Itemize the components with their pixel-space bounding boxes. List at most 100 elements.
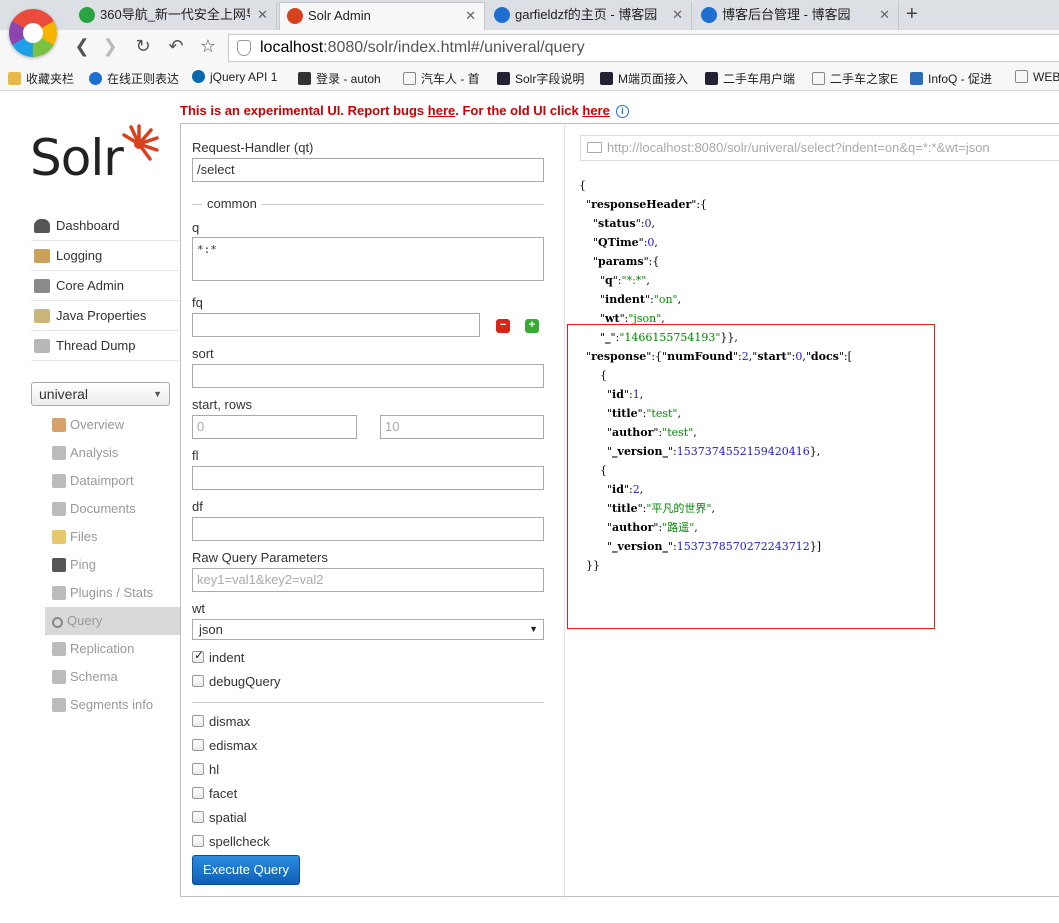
df-input[interactable]: [192, 517, 544, 541]
json-punct: ":: [612, 274, 622, 287]
start-input[interactable]: 0: [192, 415, 357, 439]
browser-logo-icon[interactable]: [9, 9, 57, 57]
core-menu-query[interactable]: Query: [45, 607, 180, 635]
bookmark-item[interactable]: jQuery API 1: [192, 70, 277, 84]
facet-checkbox[interactable]: facet: [192, 786, 237, 801]
remove-fq-button[interactable]: −: [496, 319, 510, 333]
json-punct: ": [579, 274, 606, 287]
json-key: params: [598, 255, 644, 268]
bookmark-label: 收藏夹栏: [26, 72, 75, 86]
fq-input[interactable]: [192, 313, 480, 337]
report-bugs-link[interactable]: here: [428, 103, 455, 118]
bookmark-item[interactable]: 二手车用户端: [705, 70, 795, 87]
execute-query-button[interactable]: Execute Query: [192, 855, 300, 885]
nav-dashboard[interactable]: Dashboard: [31, 211, 179, 241]
tab-close-icon[interactable]: ✕: [257, 2, 268, 28]
wt-select[interactable]: json ▼: [192, 619, 544, 640]
options-divider: [192, 702, 544, 703]
browser-tab-solr-admin[interactable]: Solr Admin ✕: [279, 2, 485, 30]
documents-icon: [52, 502, 66, 516]
address-text[interactable]: localhost:8080/solr/index.html#/univeral…: [260, 39, 585, 57]
core-menu-plugins-stats[interactable]: Plugins / Stats: [45, 579, 180, 607]
browser-tab-cnblogs-home[interactable]: garfieldzf的主页 - 博客园 ✕: [487, 2, 692, 30]
browser-tab-360[interactable]: 360导航_新一代安全上网导航 ✕: [72, 2, 277, 30]
nav-java-properties[interactable]: Java Properties: [31, 301, 179, 331]
bookmark-item[interactable]: 在线正则表达: [89, 70, 179, 87]
bookmark-label: 汽车人 - 首: [421, 72, 480, 86]
json-line: {: [579, 176, 852, 195]
core-menu-documents[interactable]: Documents: [45, 495, 180, 523]
browser-tab-cnblogs-admin[interactable]: 博客后台管理 - 博客园 ✕: [694, 2, 899, 30]
bookmark-item[interactable]: InfoQ - 促进: [910, 70, 992, 87]
json-punct: ": [579, 236, 599, 249]
core-selector[interactable]: univeral ▼: [31, 382, 170, 406]
spellcheck-checkbox[interactable]: spellcheck: [192, 834, 270, 849]
request-url-link[interactable]: http://localhost:8080/solr/univeral/sele…: [580, 135, 1059, 161]
nav-logging[interactable]: Logging: [31, 241, 179, 271]
nav-thread-dump[interactable]: Thread Dump: [31, 331, 179, 361]
core-menu-ping[interactable]: Ping: [45, 551, 180, 579]
tools-icon: [705, 72, 718, 85]
tab-close-icon[interactable]: ✕: [465, 3, 476, 29]
favorite-star-icon[interactable]: ☆: [197, 36, 219, 57]
tab-title: Solr Admin: [308, 8, 371, 23]
core-menu-replication[interactable]: Replication: [45, 635, 180, 663]
page-icon: [403, 72, 416, 85]
solr-logo[interactable]: Solr: [30, 119, 160, 189]
bookmark-label: Solr字段说明: [515, 72, 585, 86]
dismax-checkbox[interactable]: dismax: [192, 714, 250, 729]
nav-core-admin[interactable]: Core Admin: [31, 271, 179, 301]
bookmark-folder[interactable]: 收藏夹栏: [8, 70, 74, 87]
json-punct: ": [579, 198, 592, 211]
json-punct: ":: [635, 217, 645, 230]
address-bar[interactable]: localhost:8080/solr/index.html#/univeral…: [228, 34, 1059, 62]
bookmark-item[interactable]: Solr字段说明: [497, 70, 584, 87]
request-url-text: http://localhost:8080/solr/univeral/sele…: [607, 140, 990, 155]
dataimport-icon: [52, 474, 66, 488]
hl-checkbox[interactable]: hl: [192, 762, 219, 777]
json-number: 0: [644, 217, 652, 230]
fl-label: fl: [192, 448, 199, 463]
old-ui-link[interactable]: here: [582, 103, 609, 118]
tools-icon: [497, 72, 510, 85]
core-menu-analysis[interactable]: Analysis: [45, 439, 180, 467]
bookmark-label: 在线正则表达: [107, 72, 180, 86]
debug-query-checkbox[interactable]: debugQuery: [192, 674, 281, 689]
bookmark-item[interactable]: WEB: [1015, 70, 1059, 84]
core-menu-schema[interactable]: Schema: [45, 663, 180, 691]
back-icon[interactable]: ❮: [71, 36, 93, 57]
q-textarea[interactable]: *:*: [192, 237, 544, 281]
bookmark-item[interactable]: 登录 - autoh: [298, 70, 381, 87]
add-fq-button[interactable]: +: [525, 319, 539, 333]
reload-icon[interactable]: ↻: [132, 36, 154, 57]
bookmark-favicon-icon: [298, 72, 311, 85]
new-tab-button[interactable]: +: [906, 3, 918, 26]
indent-checkbox[interactable]: indent: [192, 648, 244, 665]
core-menu-overview[interactable]: Overview: [45, 411, 180, 439]
replication-icon: [52, 642, 66, 656]
forward-icon[interactable]: ❯: [99, 36, 121, 57]
core-menu-files[interactable]: Files: [45, 523, 180, 551]
spatial-checkbox[interactable]: spatial: [192, 810, 247, 825]
undo-close-icon[interactable]: ↶: [165, 36, 187, 57]
raw-params-input[interactable]: key1=val1&key2=val2: [192, 568, 544, 592]
qt-input[interactable]: /select: [192, 158, 544, 182]
bookmark-item[interactable]: 汽车人 - 首: [403, 70, 480, 87]
chevron-down-icon: ▼: [153, 389, 162, 399]
bookmark-item[interactable]: 二手车之家E: [812, 70, 898, 87]
edismax-checkbox[interactable]: edismax: [192, 738, 257, 753]
bookmark-item[interactable]: M端页面接入: [600, 70, 688, 87]
info-icon[interactable]: i: [615, 105, 629, 118]
rows-input[interactable]: 10: [380, 415, 544, 439]
q-label: q: [192, 220, 200, 235]
tab-close-icon[interactable]: ✕: [879, 2, 890, 28]
folder-icon: [8, 72, 21, 85]
core-menu-dataimport[interactable]: Dataimport: [45, 467, 180, 495]
fl-input[interactable]: [192, 466, 544, 490]
sort-input[interactable]: [192, 364, 544, 388]
tab-close-icon[interactable]: ✕: [672, 2, 683, 28]
core-menu-segments-info[interactable]: Segments info: [45, 691, 180, 719]
debug-query-label: debugQuery: [209, 674, 281, 689]
json-punct: ": [579, 255, 599, 268]
json-line: "QTime":0,: [579, 233, 852, 252]
